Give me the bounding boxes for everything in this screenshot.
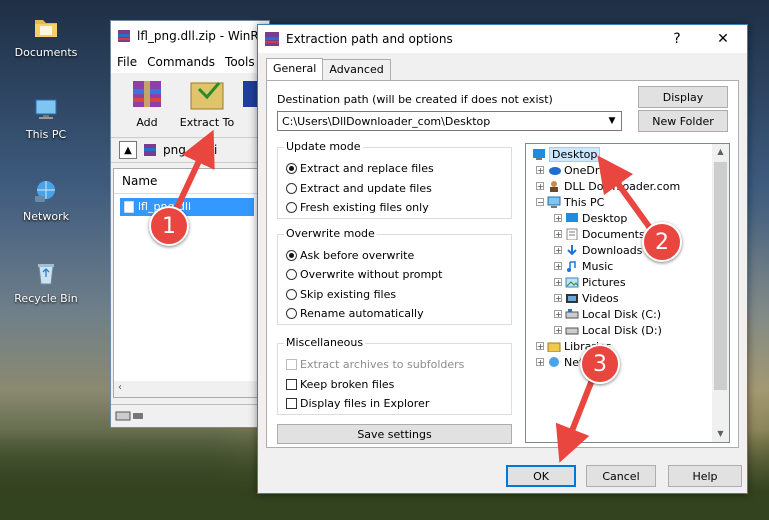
arrow-to-ok [555,378,595,463]
arrow-to-extract-to [173,129,215,212]
step-marker-2: 2 [642,222,682,262]
desktop-background: Documents This PC Network Recycle Bin lf… [0,0,769,520]
step-marker-3: 3 [580,344,620,384]
arrow-to-desktop [597,155,653,230]
step-marker-1: 1 [149,206,189,246]
